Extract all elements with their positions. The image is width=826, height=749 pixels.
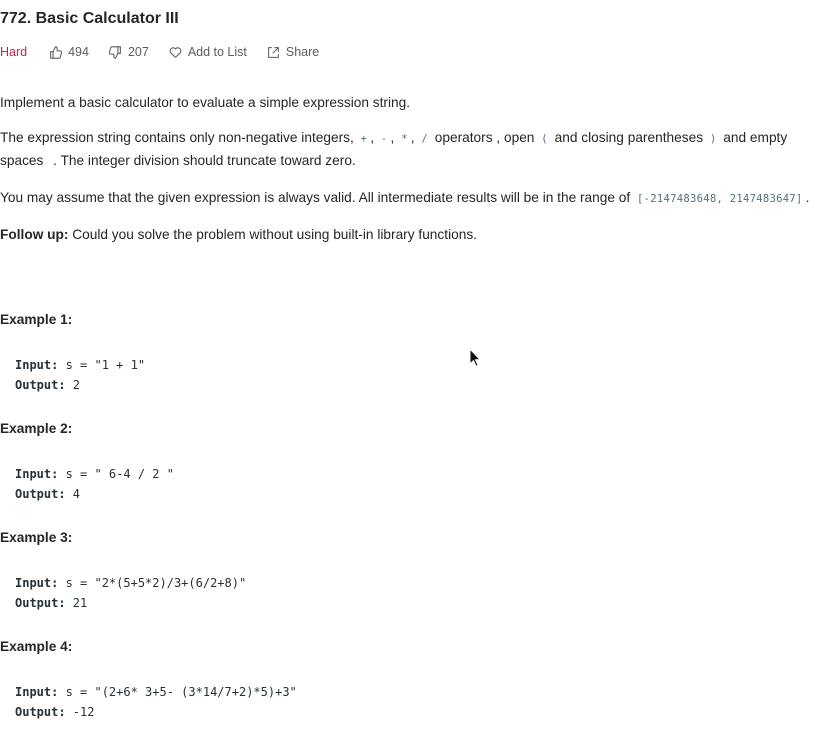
- code-minus: -: [380, 133, 388, 145]
- input-value: s = " 6-4 / 2 ": [58, 467, 174, 481]
- problem-description: Implement a basic calculator to evaluate…: [0, 92, 822, 259]
- input-label: Input:: [15, 358, 59, 372]
- difficulty-badge: Hard: [0, 45, 28, 59]
- text-fragment: You may assume that the given expression…: [0, 190, 635, 205]
- output-label: Output:: [15, 705, 66, 719]
- text-fragment: and closing parentheses: [550, 130, 707, 145]
- share-icon: [267, 46, 279, 58]
- input-label: Input:: [15, 576, 59, 590]
- code-times: *: [401, 133, 408, 145]
- output-value: 2: [65, 378, 81, 392]
- text-fragment: operators , open: [430, 130, 539, 145]
- like-button[interactable]: 494: [49, 45, 89, 59]
- output-label: Output:: [15, 596, 66, 610]
- output-label: Output:: [15, 487, 66, 501]
- thumbs-down-icon: [108, 45, 121, 59]
- example-block: Input: s = "(2+6* 3+5- (3*14/7+2)*5)+3" …: [15, 682, 297, 722]
- code-range: [-2147483648, 2147483647]: [637, 193, 803, 205]
- thumbs-up-icon: [50, 45, 63, 59]
- description-paragraph-3: You may assume that the given expression…: [0, 187, 822, 210]
- input-label: Input:: [15, 467, 59, 481]
- description-paragraph-2: The expression string contains only non-…: [0, 130, 788, 168]
- example-block: Input: s = "2*(5+5*2)/3+(6/2+8)" Output:…: [15, 573, 246, 613]
- problem-meta-bar: Hard 494 207 Add to List Share: [0, 45, 339, 59]
- code-open-paren: (: [541, 133, 548, 145]
- text-fragment: The expression string contains only non-…: [0, 130, 358, 145]
- add-to-list-button[interactable]: Add to List: [169, 45, 247, 59]
- text-fragment: . The integer division should truncate t…: [53, 153, 356, 168]
- share-button[interactable]: Share: [267, 45, 319, 59]
- example-heading: Example 1:: [0, 312, 73, 327]
- example-heading: Example 4:: [0, 639, 73, 654]
- code-divide: /: [421, 133, 428, 145]
- follow-up-label: Follow up:: [0, 227, 69, 242]
- output-value: 4: [65, 487, 81, 501]
- description-paragraph-1: Implement a basic calculator to evaluate…: [0, 95, 411, 110]
- input-label: Input:: [15, 685, 59, 699]
- code-close-paren: ): [709, 133, 717, 145]
- input-value: s = "(2+6* 3+5- (3*14/7+2)*5)+3": [58, 685, 297, 699]
- follow-up-paragraph: Follow up: Could you solve the problem w…: [0, 224, 822, 245]
- example-heading: Example 2:: [0, 421, 73, 436]
- output-value: -12: [65, 705, 95, 719]
- like-count: 494: [68, 45, 89, 59]
- code-plus: +: [360, 133, 368, 145]
- text-fragment: .: [805, 190, 810, 205]
- output-label: Output:: [15, 378, 66, 392]
- follow-up-text: Could you solve the problem without usin…: [68, 227, 477, 242]
- example-heading: Example 3:: [0, 530, 73, 545]
- mouse-cursor-icon: [469, 348, 481, 367]
- example-block: Input: s = "1 + 1" Output: 2: [15, 355, 145, 395]
- input-value: s = "2*(5+5*2)/3+(6/2+8)": [58, 576, 247, 590]
- add-to-list-label: Add to List: [187, 45, 247, 59]
- dislike-count: 207: [127, 45, 149, 59]
- input-value: s = "1 + 1": [58, 358, 146, 372]
- output-value: 21: [65, 596, 88, 610]
- heart-icon: [169, 46, 182, 58]
- dislike-button[interactable]: 207: [108, 45, 149, 59]
- share-label: Share: [285, 45, 320, 59]
- problem-title: 772. Basic Calculator III: [0, 10, 179, 27]
- example-block: Input: s = " 6-4 / 2 " Output: 4: [15, 464, 174, 504]
